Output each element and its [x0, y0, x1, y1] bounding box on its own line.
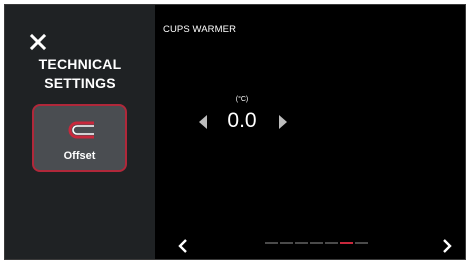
- page-indicator-dot[interactable]: [325, 242, 338, 244]
- offset-icon: [66, 120, 96, 140]
- main-panel: CUPS WARMER (°C) 0.0: [155, 5, 465, 259]
- unit-label: (°C): [235, 96, 249, 103]
- page-indicator-dot[interactable]: [280, 242, 293, 244]
- increase-value-button[interactable]: [279, 115, 287, 129]
- page-indicator-dot[interactable]: [355, 242, 368, 244]
- page-indicator-dot[interactable]: [310, 242, 323, 244]
- sidebar-title: TECHNICAL SETTINGS: [5, 55, 155, 93]
- app-screen: TECHNICAL SETTINGS Offset CUPS WARMER (°…: [4, 4, 466, 260]
- offset-button[interactable]: Offset: [32, 104, 127, 172]
- close-icon: [29, 33, 47, 51]
- offset-value: 0.0: [227, 109, 257, 132]
- sidebar-title-line1: TECHNICAL: [38, 56, 122, 72]
- sidebar: TECHNICAL SETTINGS Offset: [5, 5, 155, 259]
- next-page-button[interactable]: [441, 237, 453, 255]
- chevron-right-icon: [443, 239, 452, 253]
- page-indicator: [265, 242, 368, 246]
- page-indicator-dot[interactable]: [340, 242, 353, 244]
- page-indicator-dot[interactable]: [265, 242, 278, 244]
- page-indicator-dot[interactable]: [295, 242, 308, 244]
- close-button[interactable]: [29, 33, 47, 51]
- decrease-value-button[interactable]: [199, 115, 207, 129]
- page-title: CUPS WARMER: [163, 24, 237, 35]
- chevron-left-icon: [178, 239, 187, 253]
- previous-page-button[interactable]: [177, 237, 189, 255]
- offset-button-label: Offset: [63, 150, 96, 162]
- sidebar-title-line2: SETTINGS: [44, 75, 116, 91]
